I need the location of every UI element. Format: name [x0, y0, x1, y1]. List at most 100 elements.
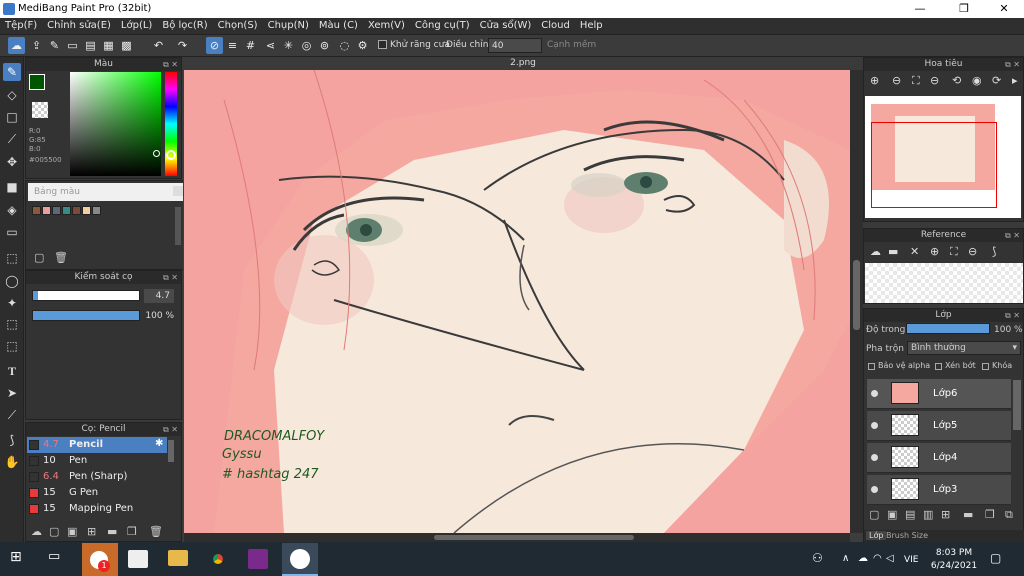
reference-cloud-icon[interactable]: ☁ — [870, 245, 881, 258]
layer-folder-icon[interactable]: ▬ — [963, 508, 973, 521]
text-tool-icon[interactable]: T — [3, 362, 21, 380]
palette-swatch[interactable] — [62, 206, 71, 215]
reference-fit-icon[interactable]: ⛶ — [950, 245, 958, 259]
blend-mode-select[interactable]: Bình thường ▾ — [907, 341, 1021, 355]
transparent-color-swatch[interactable] — [32, 102, 48, 118]
vector-line-icon[interactable]: ⟋ — [3, 130, 21, 148]
brush-opacity-slider[interactable] — [32, 310, 140, 321]
rotate-reset-icon[interactable]: ◉ — [972, 74, 982, 87]
tab-brush-size[interactable]: Brush Size — [886, 531, 928, 540]
reference-eyedropper-icon[interactable]: ⟆ — [992, 245, 996, 258]
lock-checkbox[interactable] — [982, 363, 989, 370]
layer-row-6[interactable]: Lớp6 — [867, 379, 1011, 409]
minimize-button[interactable]: — — [900, 0, 940, 18]
brush-size-slider[interactable] — [32, 290, 140, 301]
brush-add-icon[interactable]: ⊞ — [87, 525, 96, 538]
medibang-taskbar-icon[interactable] — [282, 543, 318, 576]
palette-swatch[interactable] — [82, 206, 91, 215]
clock[interactable]: 8:03 PM 6/24/2021 — [930, 547, 978, 573]
rotate-right-icon[interactable]: ⟳ — [992, 74, 1001, 87]
visibility-icon[interactable] — [871, 486, 878, 493]
cloud-brush-icon[interactable]: ☁ — [31, 525, 42, 538]
palette-swatch[interactable] — [32, 206, 41, 215]
snap-circle-icon[interactable]: ◎ — [298, 37, 315, 54]
move-tool-icon[interactable]: ✥ — [3, 153, 21, 171]
eyedropper-icon[interactable]: ⟆ — [3, 431, 21, 449]
clip-checkbox[interactable] — [935, 363, 942, 370]
file-explorer-icon[interactable] — [168, 550, 188, 566]
actual-size-icon[interactable]: ⊖ — [930, 74, 939, 87]
new-8bit-layer-icon[interactable]: ▤ — [905, 508, 915, 521]
new-palette-icon[interactable]: ▢ — [34, 251, 44, 264]
color-square[interactable] — [70, 72, 161, 176]
menu-cloud[interactable]: Cloud — [536, 18, 575, 31]
language-indicator[interactable]: VIE — [904, 555, 919, 565]
menu-layer[interactable]: Lớp(L) — [116, 18, 157, 31]
snap-ellipse-icon[interactable]: ⊚ — [316, 37, 333, 54]
palette-close-icon[interactable] — [173, 186, 183, 196]
brush-item-pen-sharp[interactable]: 6.4 Pen (Sharp) — [27, 469, 167, 485]
select-tool-icon[interactable]: ⬚ — [3, 249, 21, 267]
chrome-icon[interactable] — [208, 549, 228, 569]
menu-view[interactable]: Xem(V) — [363, 18, 410, 31]
rotate-left-icon[interactable]: ⟲ — [952, 74, 961, 87]
brush-item-mapping-pen[interactable]: 15 Mapping Pen — [27, 501, 167, 517]
menu-window[interactable]: Cửa sổ(W) — [475, 18, 537, 31]
snap-grid-icon[interactable]: # — [242, 37, 259, 54]
new-halftone-layer-icon[interactable]: ▣ — [887, 508, 897, 521]
snap-perspective-icon[interactable]: ⋖ — [262, 37, 279, 54]
restore-button[interactable]: ❐ — [944, 0, 984, 18]
reference-close-icon[interactable]: ✕ — [910, 245, 919, 258]
volume-icon[interactable]: ◁ — [886, 553, 894, 564]
menu-edit[interactable]: Chỉnh sửa(E) — [42, 18, 116, 31]
brush-copy-icon[interactable]: ▣ — [67, 525, 77, 538]
fit-icon[interactable]: ⛶ — [912, 74, 920, 88]
add-layer-menu-icon[interactable]: ⊞ — [941, 508, 950, 521]
redo-icon[interactable]: ↷ — [174, 37, 191, 54]
menu-color[interactable]: Màu (C) — [314, 18, 363, 31]
hue-slider[interactable] — [165, 72, 177, 176]
bucket-tool-icon[interactable]: ◈ — [3, 201, 21, 219]
visibility-icon[interactable] — [871, 422, 878, 429]
snap-radial-icon[interactable]: ✳ — [280, 37, 297, 54]
new-1bit-layer-icon[interactable]: ▥ — [923, 508, 933, 521]
onedrive-icon[interactable]: ☁ — [858, 553, 868, 564]
drawing-canvas[interactable]: DRACOMALFOY Gyssu # hashtag 247 — [184, 70, 850, 533]
reference-zoom-in-icon[interactable]: ⊕ — [930, 245, 939, 258]
taskbar-app-active[interactable]: 1 — [82, 543, 118, 576]
palette-swatch[interactable] — [92, 206, 101, 215]
grid-icon[interactable]: ▩ — [118, 37, 135, 54]
delete-palette-icon[interactable]: 🗑 — [54, 251, 68, 264]
zoom-out-icon[interactable]: ⊖ — [892, 74, 901, 87]
reference-open-icon[interactable]: ▬ — [888, 245, 898, 258]
palette-swatch[interactable] — [52, 206, 61, 215]
palette-swatch[interactable] — [72, 206, 81, 215]
brush-item-g-pen[interactable]: 15 G Pen — [27, 485, 167, 501]
add-brush-icon[interactable]: ▢ — [49, 525, 59, 538]
tray-expand-icon[interactable]: ∧ — [842, 553, 849, 564]
adjust-input[interactable]: 40 — [488, 38, 542, 53]
document-icon[interactable]: ▦ — [100, 37, 117, 54]
snap-settings-icon[interactable]: ⚙ — [354, 37, 371, 54]
snap-parallel-icon[interactable]: ≡ — [224, 37, 241, 54]
eraser-tool-icon[interactable]: ◇ — [3, 86, 21, 104]
new-layer-icon[interactable]: ▢ — [869, 508, 879, 521]
duplicate-layer-icon[interactable]: ❐ — [985, 508, 995, 521]
palette-scrollbar[interactable] — [175, 207, 181, 245]
hand-tool-icon[interactable]: ✋ — [3, 453, 21, 471]
rectangle-tool-icon[interactable]: □ — [3, 108, 21, 126]
visibility-icon[interactable] — [871, 390, 878, 397]
palette-swatch[interactable] — [42, 206, 51, 215]
select-eraser-icon[interactable]: ⬚ — [3, 337, 21, 355]
chat-icon[interactable]: ▭ — [64, 37, 81, 54]
layer-scrollbar[interactable] — [1013, 380, 1021, 430]
snap-off-icon[interactable]: ⊘ — [206, 37, 223, 54]
brush-settings-icon[interactable]: ✱ — [155, 438, 163, 449]
antialias-checkbox[interactable] — [378, 40, 387, 49]
zoom-in-icon[interactable]: ⊕ — [870, 74, 879, 87]
fill-square-icon[interactable]: ■ — [3, 178, 21, 196]
foreground-color-swatch[interactable] — [29, 74, 45, 90]
navigator-viewport[interactable] — [871, 122, 997, 208]
snap-curve-icon[interactable]: ◌ — [336, 37, 353, 54]
notifications-icon[interactable]: ▢ — [990, 551, 1001, 565]
